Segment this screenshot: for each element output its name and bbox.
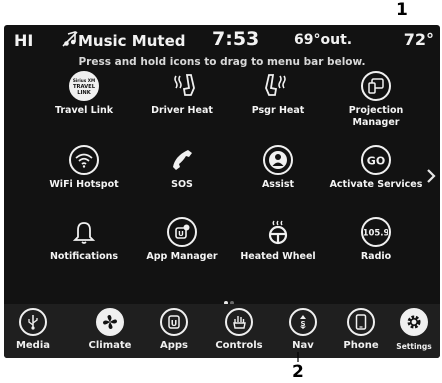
- callout-2-leader: [297, 352, 299, 362]
- callout-2: 2: [292, 362, 304, 382]
